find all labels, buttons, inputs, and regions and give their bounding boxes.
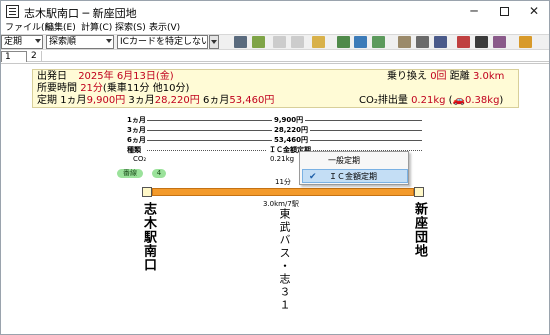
title-bar: 志木駅南口 ─ 新座団地 ─ ✕ — [1, 1, 549, 22]
menu-calc[interactable]: 計算(C) — [81, 22, 112, 34]
ticket-type-select[interactable]: 定期 — [1, 35, 43, 49]
transfer-label: 乗り換え — [387, 71, 427, 82]
printer-icon[interactable] — [416, 36, 429, 48]
fare-value: 9,900円 — [272, 115, 306, 125]
timetable-icon[interactable] — [337, 36, 350, 48]
station-marker-from[interactable] — [142, 187, 152, 197]
pass-3m-label: 3ヵ月 — [128, 95, 155, 106]
fare-value: 53,460円 — [272, 135, 311, 145]
settings-edit-icon[interactable] — [519, 36, 532, 48]
edit-route-icon[interactable] — [252, 36, 265, 48]
co2-car-value: 0.38kg — [465, 95, 500, 106]
fare-row-1m: 1ヵ月 9,900円 — [127, 115, 422, 125]
chevron-down-icon — [106, 39, 112, 43]
window-title: 志木駅南口 ─ 新座団地 — [24, 7, 137, 20]
sort-order-value: 探索順 — [49, 37, 77, 47]
platform-number-tag: 4 — [152, 169, 166, 178]
departure-label: 出発日 — [37, 71, 67, 82]
fare-label: 1ヵ月 — [127, 116, 146, 124]
co2-label: CO₂排出量 — [359, 95, 408, 106]
pass-type-menu: 一般定期 ✔ ＩＣ金額定期 — [299, 151, 409, 185]
fare-row-6m: 6ヵ月 53,460円 — [127, 135, 422, 145]
car-icon: (🚗 — [448, 95, 466, 106]
undo-icon[interactable] — [291, 36, 304, 48]
fare-type-label: 種類 — [127, 146, 141, 154]
menu-bar: ファイル(F) 編集(E) 計算(C) 探索(S) 表示(V) — [1, 22, 549, 34]
route-segment-bar[interactable] — [152, 188, 414, 196]
travel-time-label: 所要時間 — [37, 83, 77, 94]
travel-time-detail: (乗車11分 他10分) — [102, 83, 190, 94]
folder-icon[interactable] — [312, 36, 325, 48]
ticket-type-value: 定期 — [4, 37, 23, 47]
travel-time-value: 21分 — [80, 83, 103, 94]
menu-search[interactable]: 探索(S) — [115, 22, 146, 34]
fare-label: 3ヵ月 — [127, 126, 146, 134]
toolbar: 定期 探索順 ICカードを特定しない — [1, 34, 549, 50]
co2-row-value: 0.21kg — [270, 155, 295, 163]
back-icon[interactable] — [457, 36, 470, 48]
chevron-down-icon — [211, 40, 217, 44]
pass-3m-value: 28,220円 — [154, 95, 200, 106]
app-icon — [6, 5, 19, 18]
ic-fare-icon[interactable] — [273, 36, 286, 48]
menu-view[interactable]: 表示(V) — [149, 22, 180, 34]
menu-item-ic-pass[interactable]: ✔ ＩＣ金額定期 — [302, 169, 408, 183]
forward-icon[interactable] — [475, 36, 488, 48]
tab-result-1[interactable]: 1 — [1, 51, 27, 62]
ic-card-dropdown-button[interactable] — [209, 35, 219, 49]
maximize-button[interactable] — [489, 1, 519, 22]
route-summary: 出発日 2025年 6月13日(金) 所要時間 21分(乗車11分 他10分) … — [32, 69, 519, 108]
maximize-icon — [499, 7, 509, 16]
close-button[interactable]: ✕ — [519, 1, 549, 22]
switch-icon[interactable] — [493, 36, 506, 48]
co2-row-label: CO₂ — [133, 155, 147, 163]
menu-item-label: ＩＣ金額定期 — [329, 172, 377, 181]
station-to[interactable]: 新座団地 — [410, 202, 429, 258]
result-tabs: 1 2 — [1, 51, 549, 62]
transfer-value: 0回 — [430, 71, 447, 82]
pass-1m-label: 1ヵ月 — [60, 95, 87, 106]
station-from[interactable]: 志木駅南口 — [139, 202, 158, 272]
calendar-icon[interactable] — [234, 36, 247, 48]
ticket-icon[interactable] — [398, 36, 411, 48]
sort-order-select[interactable]: 探索順 — [46, 35, 114, 49]
checkmark-icon: ✔ — [309, 172, 317, 182]
co2-value: 0.21kg — [411, 95, 446, 106]
segment-duration: 11分 — [275, 178, 291, 186]
fare-row-3m: 3ヵ月 28,220円 — [127, 125, 422, 135]
station-marker-to[interactable] — [414, 187, 424, 197]
chevron-down-icon — [35, 39, 41, 43]
line-name[interactable]: 東武バス・志３１ — [276, 208, 292, 312]
pass-6m-label: 6ヵ月 — [202, 95, 230, 106]
ic-card-value: ICカードを特定しない — [120, 37, 208, 47]
pass-6m-value: 53,460円 — [229, 95, 275, 106]
print-preview-icon[interactable] — [372, 36, 385, 48]
menu-item-general-pass[interactable]: 一般定期 — [302, 154, 408, 168]
tab-result-2[interactable]: 2 — [28, 51, 42, 62]
fare-label: 6ヵ月 — [127, 136, 146, 144]
platform-tag: 番線 — [117, 169, 143, 178]
pass-1m-value: 9,900円 — [86, 95, 126, 106]
fare-value: 28,220円 — [272, 125, 311, 135]
menu-item-label: 一般定期 — [328, 156, 360, 165]
search-route-icon[interactable] — [354, 36, 367, 48]
distance-label: 距離 — [449, 71, 470, 82]
menu-edit[interactable]: 編集(E) — [45, 22, 76, 34]
app-window: 志木駅南口 ─ 新座団地 ─ ✕ ファイル(F) 編集(E) 計算(C) 探索(… — [0, 0, 550, 335]
distance-value: 3.0km — [472, 71, 505, 82]
minimize-button[interactable]: ─ — [459, 1, 489, 22]
copy-icon[interactable] — [434, 36, 447, 48]
pass-label: 定期 — [37, 95, 57, 106]
departure-date: 2025年 6月13日(金) — [78, 71, 174, 82]
ic-card-select[interactable]: ICカードを特定しない — [117, 35, 208, 49]
